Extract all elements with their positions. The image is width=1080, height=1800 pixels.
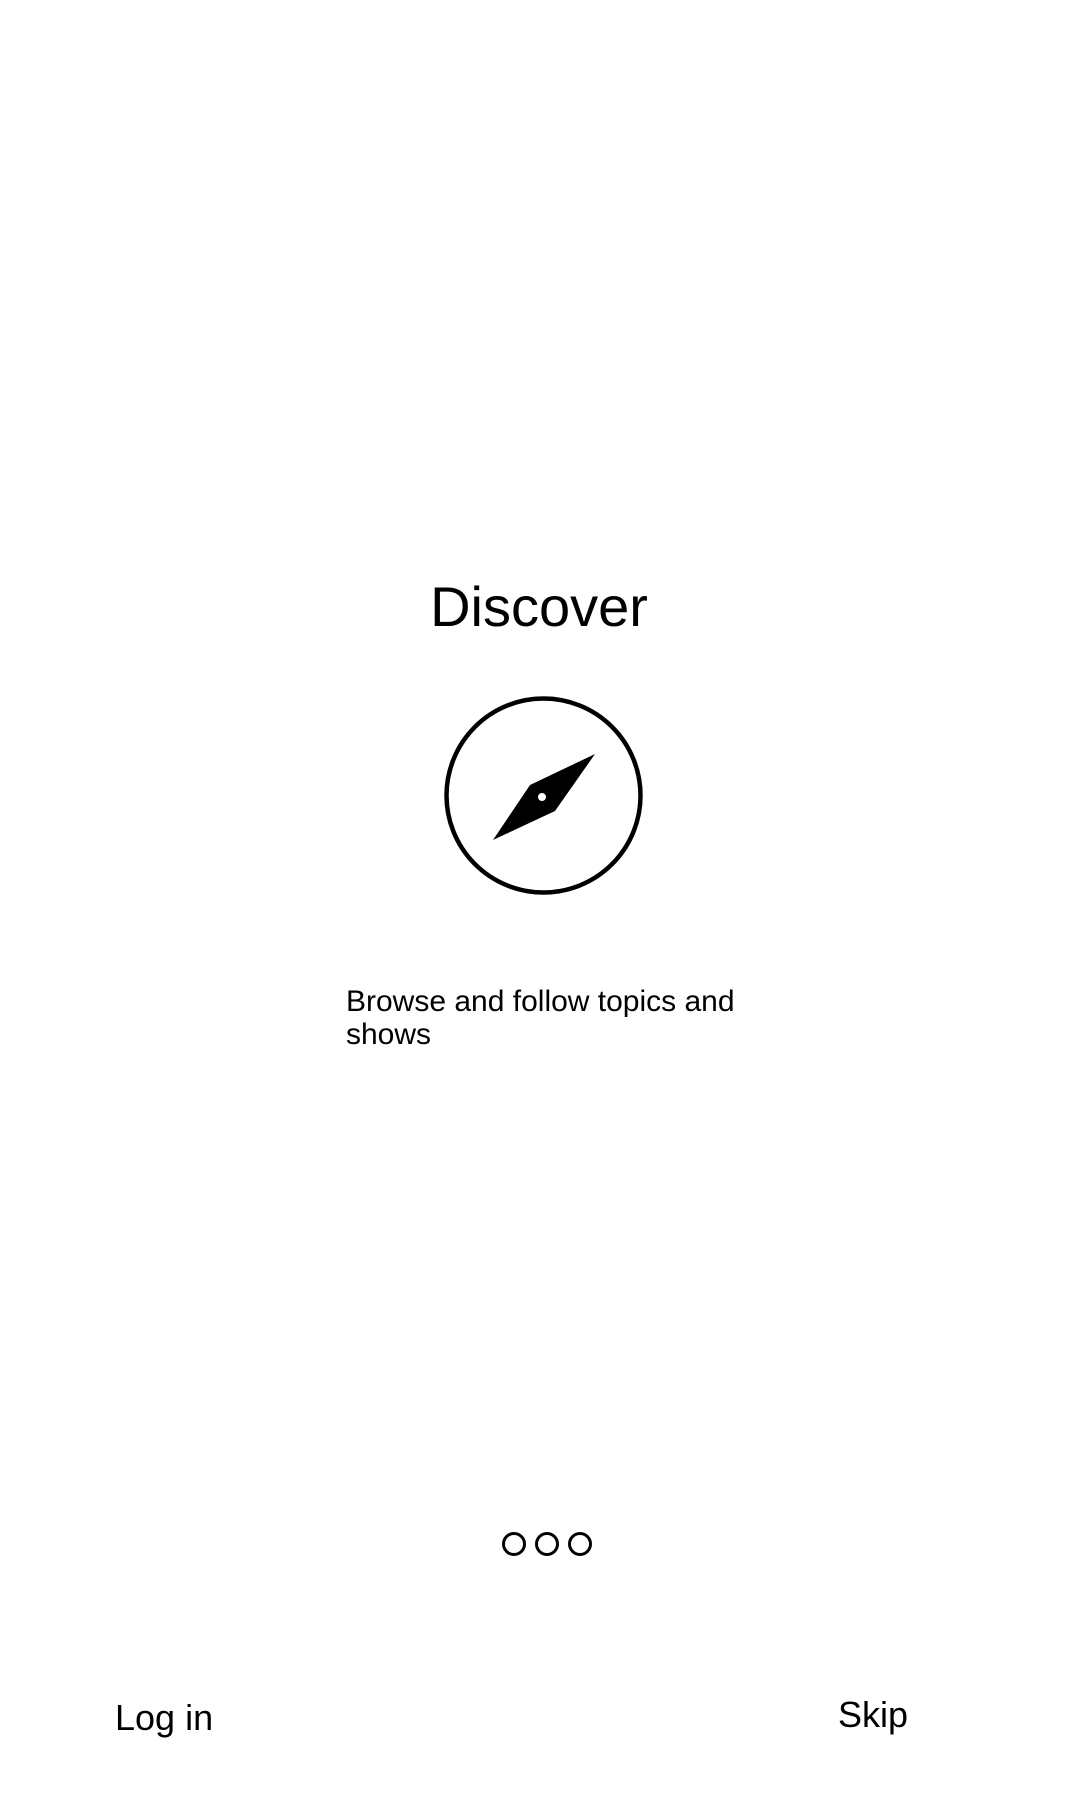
page-indicator-dot[interactable] (502, 1532, 526, 1556)
onboarding-description: Browse and follow topics and shows (346, 985, 735, 1051)
compass-icon (441, 693, 646, 898)
skip-button[interactable]: Skip (838, 1693, 908, 1737)
login-button[interactable]: Log in (115, 1696, 213, 1740)
page-indicator-dot[interactable] (568, 1532, 592, 1556)
onboarding-screen: Discover Browse and follow topics and sh… (0, 0, 1080, 1800)
page-indicator (502, 1532, 592, 1558)
page-title: Discover (430, 575, 648, 638)
page-indicator-dot[interactable] (535, 1532, 559, 1556)
